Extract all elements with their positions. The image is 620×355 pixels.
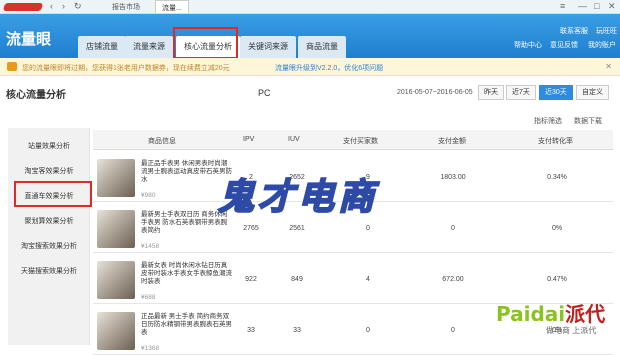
product-price: ¥980 (141, 192, 156, 199)
menu-icon[interactable]: ≡ (560, 1, 565, 11)
btn-7days[interactable]: 近7天 (506, 85, 536, 100)
forward-icon[interactable]: › (62, 1, 65, 11)
product-name[interactable]: 正品最新 男士手表 简约商务双日历防水精钢带男表腕表石英男表 (141, 313, 233, 337)
minimize-icon[interactable]: — (578, 1, 587, 11)
close-icon[interactable]: ✕ (608, 1, 616, 12)
notice-bar: 您的流量眼即将过期，您获得1张老用户数据券，现在续费立减20元 流量眼升级到V2… (0, 58, 620, 76)
watermark-brand-cn: 派代 (565, 302, 606, 326)
notice-text[interactable]: 您的流量眼即将过期，您获得1张老用户数据券，现在续费立减20元 (22, 63, 230, 73)
product-thumbnail[interactable] (97, 159, 135, 197)
download-button[interactable]: 数据下载 (574, 116, 602, 126)
product-price: ¥1368 (141, 345, 160, 352)
watermark-main: 鬼才电商 (217, 175, 379, 219)
wangwang-link[interactable]: 玩旺旺 (596, 26, 617, 36)
product-thumbnail[interactable] (97, 210, 135, 248)
cell-rate: 0% (551, 225, 563, 232)
product-name[interactable]: 最新女表 时尚休闲水钻日历真皮带时装水手表女手表鲸鱼潮流时装表 (141, 262, 233, 286)
sidebar: 站量效果分析 淘宝客效果分析 直通车效果分析 聚划算效果分析 淘宝搜索效果分析 … (8, 128, 90, 345)
btn-30days[interactable]: 近30天 (539, 85, 573, 100)
feedback-link[interactable]: 意见反馈 (550, 40, 578, 50)
metric-filter[interactable]: 指标筛选 (534, 116, 562, 126)
update-notice-link[interactable]: 流量眼升级到V2.2.0，优化6项问题 (275, 63, 383, 73)
sidebar-item-juhuasuan[interactable]: 聚划算效果分析 (8, 216, 90, 226)
tab-current[interactable]: 流量... (155, 0, 189, 13)
table-row[interactable]: 最新女表 时尚休闲水钻日历真皮带时装水手表女手表鲸鱼潮流时装表 ¥688 922… (93, 256, 613, 304)
cell-rate: 0.47% (547, 276, 567, 283)
date-range: 2016-05-07~2016-06-05 (397, 89, 473, 96)
app-header: 流量眼 店铺流量 流量来源 核心流量分析 关键词来源 商品流量 联系客服 玩旺旺… (0, 14, 620, 58)
product-price: ¥1458 (141, 243, 160, 250)
sidebar-item-taoke[interactable]: 淘宝客效果分析 (8, 166, 90, 176)
app-logo: 流量眼 (6, 30, 52, 48)
megaphone-icon (7, 62, 17, 71)
browser-topbar: ‹ › ↻ 报告市场 流量... ≡ — □ ✕ (0, 0, 620, 14)
product-thumbnail[interactable] (97, 261, 135, 299)
device-label: PC (258, 88, 271, 98)
col-buyers[interactable]: 支付买家数 (343, 136, 378, 146)
cell-amount: 0 (451, 327, 455, 334)
contact-service-link[interactable]: 联系客服 (560, 26, 588, 36)
col-iuv[interactable]: IUV (288, 136, 300, 143)
tab-store-traffic[interactable]: 店铺流量 (78, 36, 126, 58)
tab-report-market[interactable]: 报告市场 (112, 2, 140, 12)
cell-buyers: 0 (366, 327, 370, 334)
cell-iuv: 849 (291, 276, 303, 283)
cell-rate: 0.34% (547, 174, 567, 181)
tab-keyword-source[interactable]: 关键词来源 (240, 36, 296, 58)
back-icon[interactable]: ‹ (50, 1, 53, 11)
refresh-icon[interactable]: ↻ (74, 1, 82, 12)
highlight-box-tab (173, 27, 238, 59)
close-notice-icon[interactable]: ✕ (605, 62, 612, 71)
col-product-info: 商品信息 (148, 138, 176, 145)
page-title: 核心流量分析 (6, 90, 66, 101)
cell-amount: 1803.00 (440, 174, 466, 181)
cell-amount: 0 (451, 225, 455, 232)
btn-yesterday[interactable]: 昨天 (478, 85, 504, 100)
sidebar-item-site[interactable]: 站量效果分析 (8, 141, 90, 151)
watermark-brand: Paidai派代 (496, 298, 605, 327)
btn-custom[interactable]: 自定义 (576, 85, 609, 100)
col-ipv[interactable]: IPV (243, 136, 254, 143)
cell-iuv: 2561 (289, 225, 305, 232)
table-header: 商品信息 IPV IUV 支付买家数 支付金额 支付转化率 (93, 130, 613, 150)
highlight-box-sidebar (14, 181, 92, 207)
maximize-icon[interactable]: □ (594, 1, 599, 11)
sidebar-item-tmall-search[interactable]: 天猫搜索效果分析 (8, 266, 90, 276)
sidebar-item-taobao-search[interactable]: 淘宝搜索效果分析 (8, 241, 90, 251)
tab-product-traffic[interactable]: 商品流量 (298, 36, 346, 58)
cell-iuv: 33 (293, 327, 301, 334)
cell-buyers: 0 (366, 225, 370, 232)
redacted-title (2, 3, 44, 11)
product-price: ¥688 (141, 294, 156, 301)
col-amount[interactable]: 支付金额 (438, 136, 466, 146)
watermark-brand-en: Paidai (496, 302, 566, 326)
cell-buyers: 4 (366, 276, 370, 283)
product-thumbnail[interactable] (97, 312, 135, 350)
cell-amount: 672.00 (442, 276, 464, 283)
tab-traffic-source[interactable]: 流量来源 (125, 36, 173, 58)
col-conversion[interactable]: 支付转化率 (538, 136, 573, 146)
watermark-slogan: 做电商 上派代 (546, 326, 597, 335)
help-center-link[interactable]: 帮助中心 (514, 40, 542, 50)
my-account-link[interactable]: 我的账户 (588, 40, 616, 50)
